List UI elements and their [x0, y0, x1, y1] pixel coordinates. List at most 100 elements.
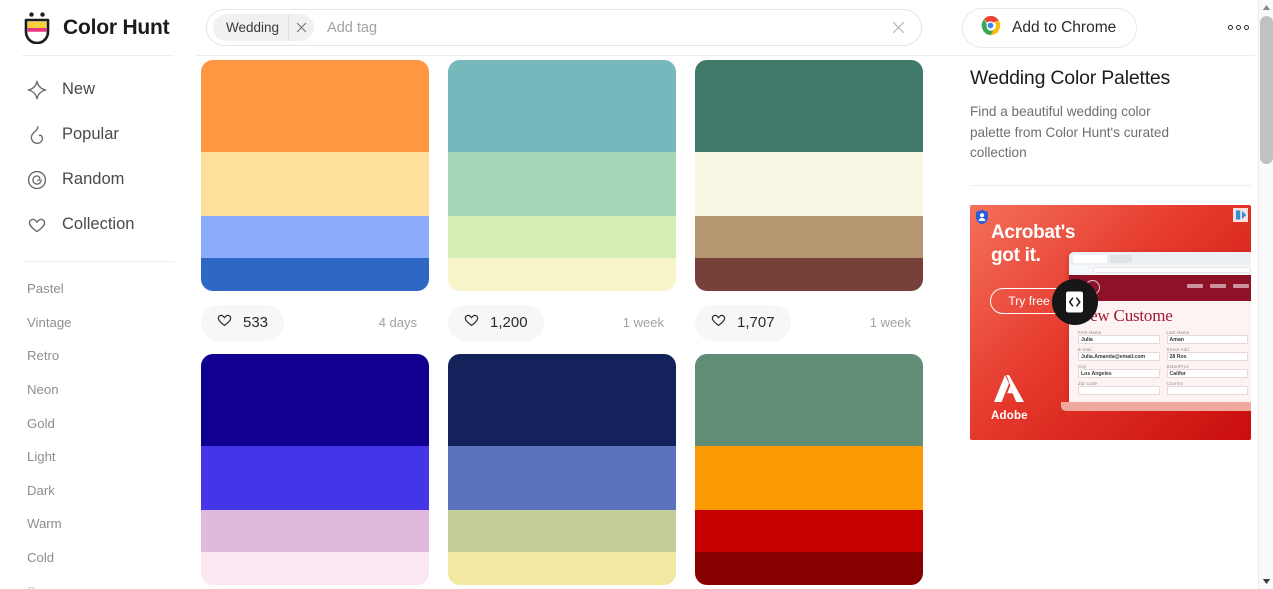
form-field: Country — [1166, 381, 1248, 395]
color-swatch[interactable] — [695, 60, 923, 152]
sidebar-item-popular[interactable]: Popular — [0, 112, 196, 157]
scrollbar-thumb[interactable] — [1260, 16, 1273, 164]
add-to-chrome-button[interactable]: Add to Chrome — [962, 7, 1138, 48]
advertisement[interactable]: Acrobat's got it. Try free Adobe New Cus… — [970, 204, 1251, 440]
adobe-logo-icon — [993, 374, 1025, 408]
browser-mockup: New Custome First Name Julia Last Name Aman… — [1069, 251, 1251, 402]
color-swatch[interactable] — [448, 552, 676, 585]
color-swatch[interactable] — [448, 60, 676, 152]
sparkle-icon — [26, 79, 48, 101]
color-swatch[interactable] — [695, 258, 923, 291]
color-swatch[interactable] — [201, 354, 429, 446]
sidebar-item-label: Random — [62, 170, 125, 188]
tag-item-neon[interactable]: Neon — [0, 373, 196, 407]
page-scrollbar[interactable] — [1258, 0, 1273, 589]
tag-item-gold[interactable]: Gold — [0, 406, 196, 440]
palette-swatches[interactable] — [695, 354, 923, 585]
field-value: Los Angeles — [1078, 368, 1160, 378]
like-button[interactable]: 1,707 — [695, 304, 791, 341]
tag-item-cold[interactable]: Cold — [0, 541, 196, 575]
tag-item-light[interactable]: Light — [0, 440, 196, 474]
close-icon[interactable] — [288, 14, 314, 41]
color-swatch[interactable] — [695, 510, 923, 552]
color-swatch[interactable] — [448, 152, 676, 216]
heart-icon — [26, 214, 48, 236]
color-swatch[interactable] — [695, 152, 923, 216]
sidebar-item-new[interactable]: New — [0, 67, 196, 112]
color-swatch[interactable] — [201, 60, 429, 152]
field-value: Julia.Amanda@email.com — [1078, 351, 1160, 361]
privacy-shield-icon[interactable] — [975, 209, 989, 225]
color-swatch[interactable] — [448, 446, 676, 510]
color-swatch[interactable] — [695, 552, 923, 585]
palette-timestamp: 1 week — [869, 315, 911, 330]
palette-swatches[interactable] — [448, 354, 676, 585]
tag-label: Pastel — [27, 281, 64, 297]
palette-card[interactable] — [201, 354, 429, 585]
adobe-label: Adobe — [991, 409, 1028, 422]
color-swatch[interactable] — [201, 152, 429, 216]
tag-item-retro[interactable]: Retro — [0, 339, 196, 373]
palette-card[interactable]: 533 4 days — [201, 60, 429, 354]
color-swatch[interactable] — [201, 446, 429, 510]
palette-swatches[interactable] — [448, 60, 676, 291]
color-swatch[interactable] — [695, 446, 923, 510]
palette-card[interactable] — [695, 354, 923, 585]
active-tag-chip: Wedding — [213, 14, 315, 41]
palette-card[interactable]: 1,707 1 week — [695, 60, 923, 354]
chevron-down-icon[interactable] — [1259, 574, 1273, 589]
palette-card[interactable]: 1,200 1 week — [448, 60, 676, 354]
ad-headline-line1: Acrobat's — [991, 221, 1076, 243]
color-swatch[interactable] — [695, 216, 923, 258]
chrome-icon — [980, 15, 1001, 41]
chevron-up-icon[interactable] — [1259, 0, 1273, 15]
color-swatch[interactable] — [448, 216, 676, 258]
field-value: 28 Ros — [1166, 351, 1248, 361]
more-options-icon[interactable] — [1221, 13, 1255, 43]
tag-item-dark[interactable]: Dark — [0, 474, 196, 508]
panel-divider — [970, 184, 1251, 186]
spiral-icon — [26, 169, 48, 191]
color-swatch[interactable] — [201, 510, 429, 552]
color-swatch[interactable] — [201, 216, 429, 258]
adchoices-icon[interactable] — [1233, 207, 1248, 222]
form-field: City Los Angeles — [1078, 364, 1160, 378]
color-swatch[interactable] — [201, 258, 429, 291]
flame-icon — [26, 124, 48, 146]
brand-header[interactable]: Color Hunt — [0, 0, 196, 55]
tag-item-vintage[interactable]: Vintage — [0, 306, 196, 340]
color-swatch[interactable] — [695, 354, 923, 446]
palette-swatches[interactable] — [695, 60, 923, 291]
sidebar-item-collection[interactable]: Collection — [0, 202, 196, 247]
tag-item-summer[interactable]: Summer — [0, 574, 196, 589]
tag-label: Warm — [27, 516, 62, 532]
tags-divider — [22, 261, 174, 262]
close-icon[interactable] — [885, 15, 911, 41]
color-swatch[interactable] — [448, 258, 676, 291]
palette-meta: 1,707 1 week — [695, 291, 923, 354]
sidebar-item-random[interactable]: Random — [0, 157, 196, 202]
color-swatch[interactable] — [448, 510, 676, 552]
form-field: Zip Code — [1078, 381, 1160, 395]
like-button[interactable]: 1,200 — [448, 304, 544, 341]
browser-tabbar — [1069, 251, 1251, 265]
url-field — [1093, 266, 1251, 273]
form-field: First Name Julia — [1078, 330, 1160, 344]
form-field: Last Name Aman — [1166, 330, 1248, 344]
sidebar: Color Hunt New Popular Random Collection… — [0, 0, 196, 589]
like-button[interactable]: 533 — [201, 304, 285, 341]
search-input[interactable] — [314, 19, 885, 36]
tag-search-bar[interactable]: Wedding — [206, 9, 922, 46]
palette-swatches[interactable] — [201, 60, 429, 291]
tag-label: Retro — [27, 348, 60, 364]
color-swatch[interactable] — [448, 354, 676, 446]
color-swatch[interactable] — [201, 552, 429, 585]
adobe-brand: Adobe — [991, 374, 1028, 422]
palette-card[interactable] — [448, 354, 676, 585]
tag-item-pastel[interactable]: Pastel — [0, 272, 196, 306]
palette-swatches[interactable] — [201, 354, 429, 585]
right-panel: Wedding Color Palettes Find a beautiful … — [960, 55, 1273, 589]
field-value: Califor — [1166, 368, 1248, 378]
palette-timestamp: 4 days — [378, 315, 417, 330]
tag-item-warm[interactable]: Warm — [0, 507, 196, 541]
